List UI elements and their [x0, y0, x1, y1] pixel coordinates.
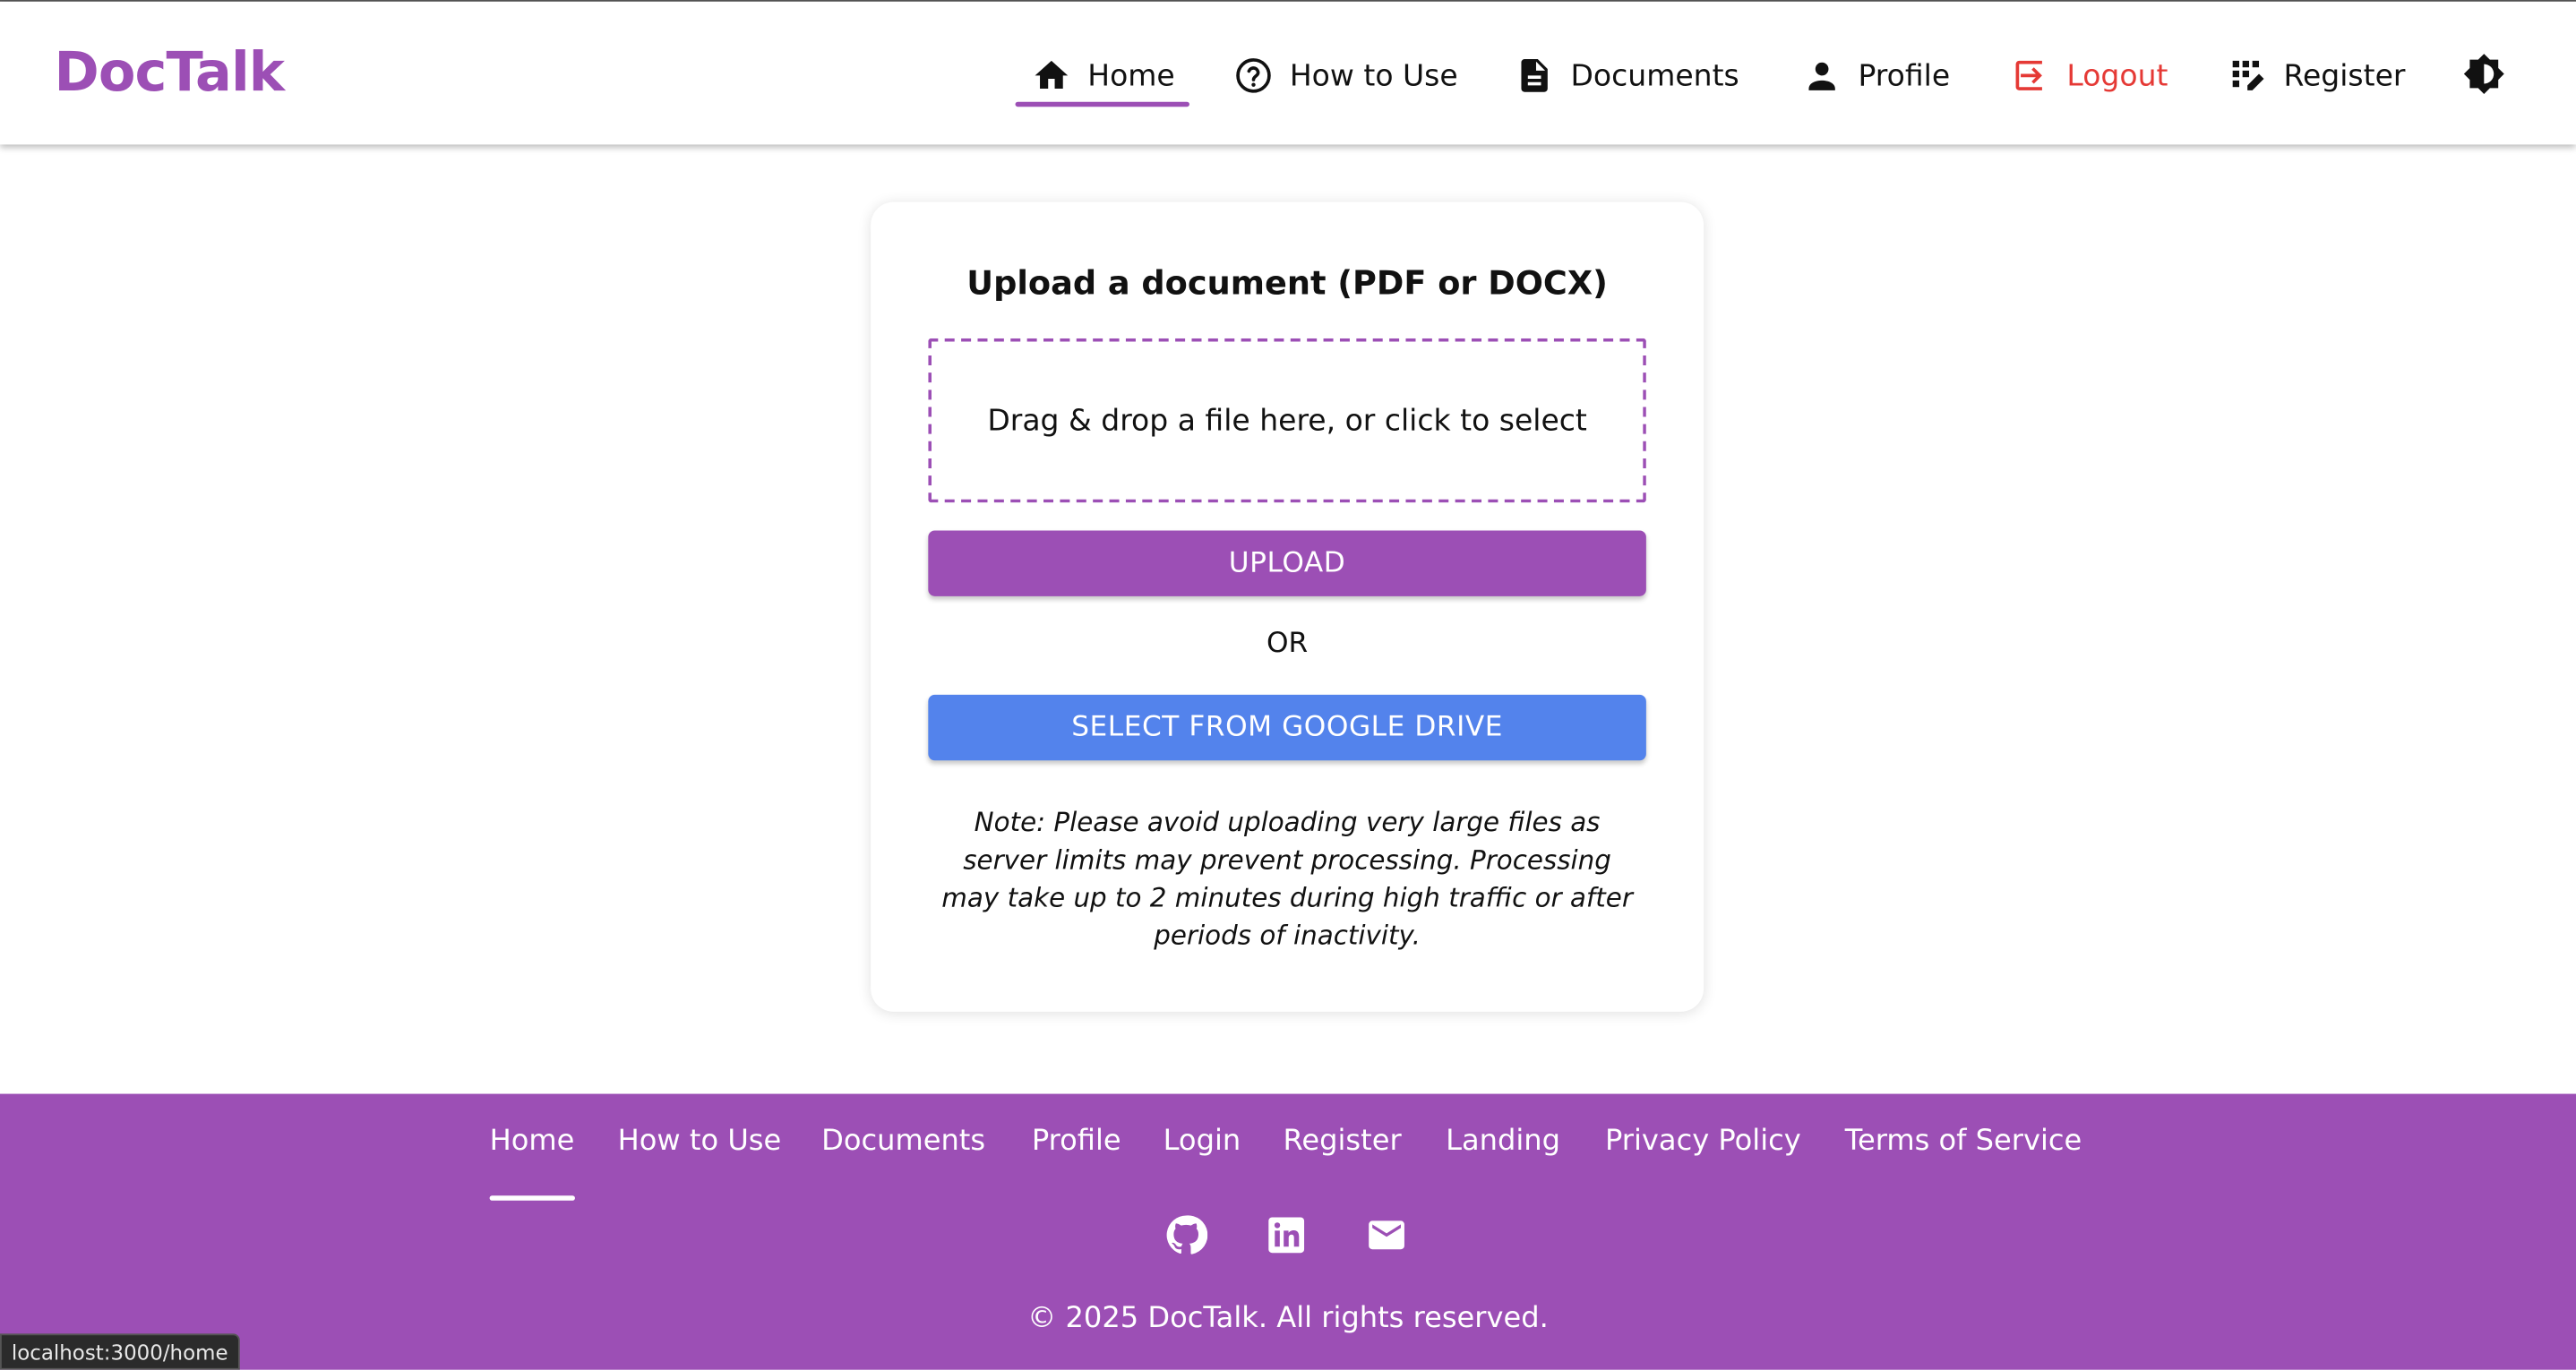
help-circle-icon [1236, 58, 1271, 93]
footer-link-register[interactable]: Register [1284, 1125, 1402, 1158]
nav-documents[interactable]: Documents [1515, 51, 1739, 100]
footer-link-privacy-policy[interactable]: Privacy Policy [1605, 1125, 1801, 1158]
main-nav: Home How to Use Documents Profile Logout [0, 2, 2576, 145]
or-divider: OR [1266, 627, 1309, 661]
upload-title: Upload a document (PDF or DOCX) [966, 262, 1608, 303]
logout-icon [2015, 60, 2042, 90]
brightness-icon[interactable] [2462, 53, 2505, 96]
nav-home[interactable]: Home [1032, 51, 1175, 100]
nav-logout[interactable]: Logout [2011, 51, 2168, 100]
nav-how-to-use[interactable]: How to Use [1233, 51, 1458, 100]
footer-link-how-to-use[interactable]: How to Use [618, 1125, 782, 1158]
footer-link-terms-of-service[interactable]: Terms of Service [1845, 1125, 2082, 1158]
file-dropzone[interactable]: Drag & drop a file here, or click to sel… [928, 338, 1646, 503]
nav-register-label: Register [2283, 58, 2406, 93]
app-root: DocTalk Home How to Use Documents Profil… [0, 0, 2576, 1370]
nav-register[interactable]: Register [2228, 51, 2405, 100]
top-navbar: DocTalk Home How to Use Documents Profil… [0, 1, 2576, 145]
google-drive-button[interactable]: SELECT FROM GOOGLE DRIVE [928, 694, 1646, 761]
footer-link-home[interactable]: Home [490, 1125, 575, 1158]
browser-status-url: localhost:3000/home [0, 1333, 240, 1370]
github-icon[interactable] [1164, 1213, 1208, 1256]
footer-link-landing[interactable]: Landing [1446, 1125, 1560, 1158]
register-icon [2232, 60, 2264, 90]
nav-logout-label: Logout [2066, 58, 2168, 93]
footer-link-profile[interactable]: Profile [1032, 1125, 1121, 1158]
footer-link-login[interactable]: Login [1163, 1125, 1241, 1158]
linkedin-icon[interactable] [1265, 1213, 1308, 1256]
upload-card: Upload a document (PDF or DOCX) Drag & d… [871, 201, 1704, 1012]
nav-active-indicator [1015, 101, 1189, 107]
footer-links: Home How to Use Documents Profile Login … [0, 1125, 2576, 1201]
copyright-text: © 2025 DocTalk. All rights reserved. [1027, 1302, 1549, 1336]
person-icon [1808, 62, 1835, 90]
home-icon [1035, 60, 1069, 90]
upload-note: Note: Please avoid uploading very large … [941, 806, 1633, 952]
site-footer: Home How to Use Documents Profile Login … [0, 1093, 2576, 1370]
nav-profile-label: Profile [1858, 58, 1951, 93]
footer-link-documents[interactable]: Documents [821, 1125, 985, 1158]
dropzone-text: Drag & drop a file here, or click to sel… [987, 403, 1587, 438]
upload-button[interactable]: UPLOAD [928, 530, 1646, 596]
email-icon[interactable] [1365, 1213, 1408, 1256]
nav-profile[interactable]: Profile [1802, 51, 1950, 100]
document-icon [1521, 59, 1548, 92]
nav-documents-label: Documents [1570, 58, 1739, 93]
nav-how-to-use-label: How to Use [1289, 58, 1458, 93]
nav-home-label: Home [1087, 58, 1175, 93]
footer-active-indicator [489, 1195, 575, 1201]
